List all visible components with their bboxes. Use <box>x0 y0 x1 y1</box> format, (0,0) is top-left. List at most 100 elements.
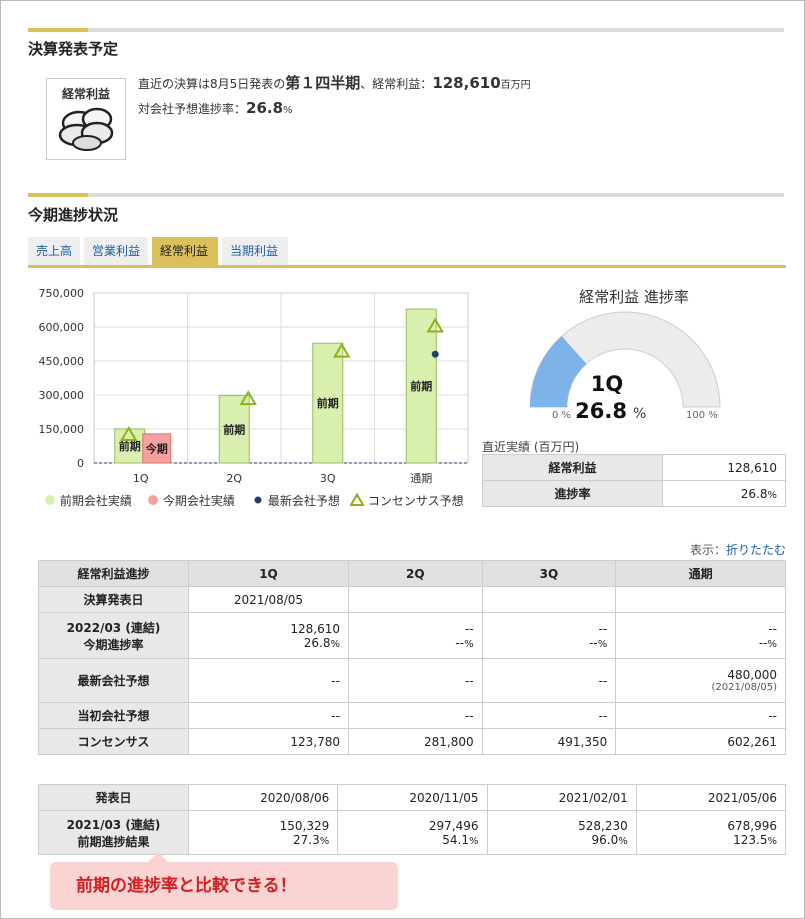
tab-operating-profit[interactable]: 営業利益 <box>84 237 148 265</box>
row-label: 当初会社予想 <box>38 702 189 729</box>
cell <box>481 586 617 613</box>
gauge-min-label: 0 % <box>552 410 571 421</box>
profit-weather-card: 経常利益 <box>46 78 126 160</box>
tab-sales[interactable]: 売上高 <box>28 237 80 265</box>
previous-year-table: 発表日 2020/08/06 2020/11/05 2021/02/01 202… <box>38 784 787 855</box>
legend-item-prev: 前期会社実績 <box>44 492 132 509</box>
card-label: 経常利益 <box>61 87 110 101</box>
progress-gauge: 1Q 26.8 % 0 % 100 % <box>530 311 721 423</box>
row-label: 決算発表日 <box>38 586 189 613</box>
section-title-schedule: 決算発表予定 <box>28 40 119 58</box>
cell: 2021/02/01 <box>486 784 637 811</box>
cell: 123,780 <box>188 728 349 755</box>
cell: 281,800 <box>347 728 483 755</box>
header-cell: 経常利益進捗 <box>38 560 189 587</box>
progress-prefix: 対会社予想進捗率： <box>138 102 247 116</box>
chart-svg: 0 150,000 300,000 450,000 600,000 750,000 前期 今期… <box>39 287 469 485</box>
progress-bar-chart: 0 150,000 300,000 450,000 600,000 750,000 前期 今期… <box>28 285 478 515</box>
table-row: 当初会社予想 -- -- -- -- <box>38 702 786 729</box>
row-label: 2021/03 (連結) 前期進捗結果 <box>38 810 189 855</box>
gauge-quarter: 1Q <box>591 372 623 396</box>
header-cell: 3Q <box>481 560 617 587</box>
rate-unit: % <box>767 489 777 501</box>
cell: 491,350 <box>481 728 617 755</box>
cell <box>347 586 483 613</box>
announce-mid: 、経常利益： <box>360 77 433 91</box>
table-row: 進捗率 26.8% <box>482 480 786 507</box>
current-bar-label: 今期 <box>145 441 168 455</box>
row-label: 最新会社予想 <box>38 658 189 703</box>
x-tick-label: 3Q <box>320 472 336 485</box>
tab-net-profit[interactable]: 当期利益 <box>222 237 288 265</box>
cell: -- <box>481 658 617 703</box>
gauge-title: 経常利益 進捗率 <box>579 288 689 306</box>
table-row: 決算発表日 2021/08/05 <box>38 586 786 613</box>
progress-table: 経常利益進捗 1Q 2Q 3Q 通期 決算発表日 2021/08/05 2022… <box>38 560 786 755</box>
rate-value: 26.8 <box>740 486 768 501</box>
y-tick-label: 600,000 <box>39 321 85 334</box>
progress-value: 26.8 <box>246 99 284 117</box>
legend-item-forecast: 最新会社予想 <box>252 492 340 509</box>
section-title-progress: 今期進捗状況 <box>28 206 119 224</box>
progress-unit: % <box>283 105 293 116</box>
forecast-point <box>431 350 439 358</box>
y-tick-label: 750,000 <box>39 287 85 300</box>
announce-unit: 百万円 <box>500 80 531 91</box>
prev-bar-label: 前期 <box>410 379 432 393</box>
table-row: 発表日 2020/08/06 2020/11/05 2021/02/01 202… <box>38 784 787 811</box>
row-label: 経常利益 <box>482 454 663 481</box>
cell: 128,610 26.8% <box>188 612 349 659</box>
table-row: 2021/03 (連結) 前期進捗結果 150,329 27.3% 297,496 5… <box>38 810 787 855</box>
prev-bar-label: 前期 <box>317 396 339 410</box>
cell: -- <box>188 702 349 729</box>
row-value: 26.8% <box>662 480 786 507</box>
row-label: コンセンサス <box>38 728 189 755</box>
cell: 602,261 <box>615 728 786 755</box>
legend-label: 最新会社予想 <box>267 494 340 508</box>
cell: -- --% <box>615 612 786 659</box>
cell: 297,496 54.1% <box>337 810 488 855</box>
callout-pointer <box>148 852 168 862</box>
header-cell: 1Q <box>188 560 349 587</box>
header-cell: 2Q <box>347 560 483 587</box>
latest-results-caption: 直近実績 (百万円) <box>482 440 580 454</box>
cell: -- <box>347 658 483 703</box>
x-tick-label: 1Q <box>133 472 149 485</box>
table-row: 最新会社予想 -- -- -- 480,000 (2021/08/05) <box>38 658 786 703</box>
cell: 678,996 123.5% <box>635 810 787 855</box>
gauge-value: 26.8 <box>575 399 627 423</box>
section-divider <box>28 28 784 32</box>
header-cell: 通期 <box>615 560 786 587</box>
y-tick-label: 150,000 <box>39 423 85 436</box>
callout-text: 前期の進捗率と比較できる！ <box>76 876 297 896</box>
display-option: 表示：折りたたむ <box>690 541 786 558</box>
cell: -- <box>188 658 349 703</box>
row-label: 発表日 <box>38 784 189 811</box>
collapse-link[interactable]: 折りたたむ <box>726 543 786 557</box>
cell: -- <box>615 702 786 729</box>
cloudy-weather-icon <box>58 107 114 151</box>
cell: 2020/11/05 <box>337 784 488 811</box>
legend-item-consensus: コンセンサス予想 <box>349 492 464 509</box>
cell: 528,230 96.0% <box>486 810 637 855</box>
cell <box>615 586 786 613</box>
row-value: 128,610 <box>662 454 786 481</box>
tab-ordinary-profit[interactable]: 経常利益 <box>152 237 218 265</box>
cell: 150,329 27.3% <box>187 810 339 855</box>
table-row: 2022/03 (連結) 今期進捗率 128,610 26.8% -- --% -- -… <box>38 612 786 659</box>
prev-bar-label: 前期 <box>119 439 141 453</box>
row-label: 進捗率 <box>482 480 663 507</box>
gauge-unit: % <box>633 406 646 422</box>
y-tick-label: 450,000 <box>39 355 85 368</box>
announce-prefix: 直近の決算は8月5日発表の <box>138 77 286 91</box>
announcement-text: 直近の決算は8月5日発表の第１四半期、経常利益：128,610百万円 対会社予想… <box>138 72 531 122</box>
announce-value: 128,610 <box>432 74 501 92</box>
legend-item-current: 今期会社実績 <box>147 492 235 509</box>
comparison-callout: 前期の進捗率と比較できる！ <box>50 852 398 910</box>
announce-period: 第１四半期 <box>285 74 361 92</box>
y-tick-label: 300,000 <box>39 389 85 402</box>
cell: -- <box>481 702 617 729</box>
cell: -- --% <box>481 612 617 659</box>
legend-label: コンセンサス予想 <box>367 494 464 508</box>
x-tick-label: 2Q <box>226 472 242 485</box>
